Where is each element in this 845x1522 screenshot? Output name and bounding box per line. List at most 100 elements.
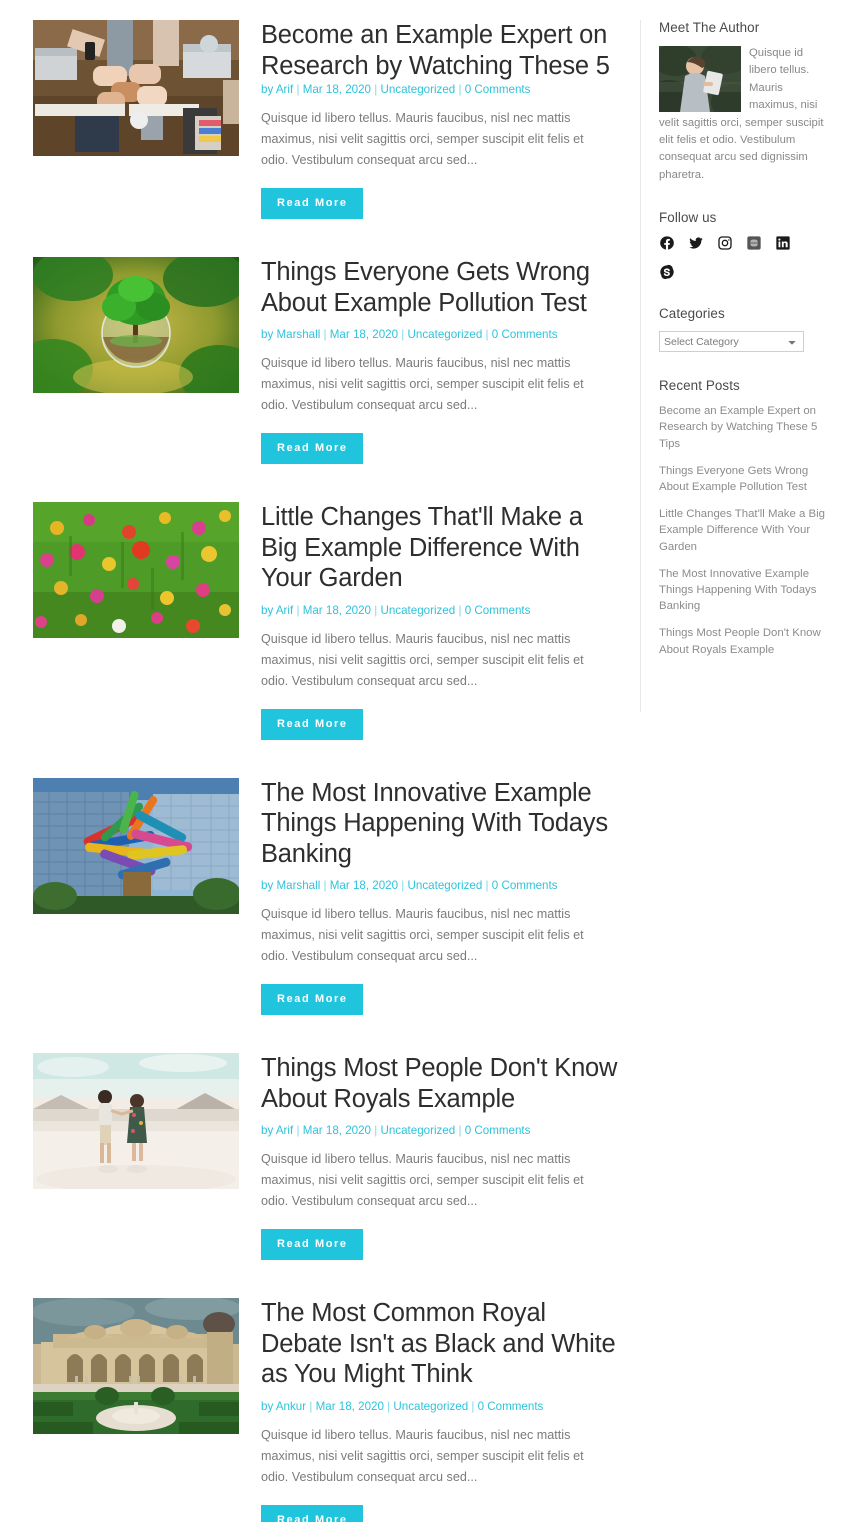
post-thumbnail-wildflowers[interactable] bbox=[33, 502, 239, 638]
sidebar: Meet The Author Quisque id libero tellus… bbox=[640, 20, 830, 712]
post-date: Mar 18, 2020 bbox=[329, 879, 399, 892]
post-excerpt: Quisque id libero tellus. Mauris faucibu… bbox=[261, 907, 584, 963]
widget-meet-the-author: Meet The Author Quisque id libero tellus… bbox=[659, 20, 830, 184]
recent-post-link[interactable]: Become an Example Expert on Research by … bbox=[659, 403, 830, 452]
post-comments-link[interactable]: 0 Comments bbox=[465, 83, 531, 96]
post-comments-link[interactable]: 0 Comments bbox=[492, 879, 558, 892]
post-date: Mar 18, 2020 bbox=[329, 328, 399, 341]
post-meta: by Ankur | Mar 18, 2020 | Uncategorized … bbox=[261, 1399, 544, 1413]
page-layout: Become an Example Expert on Research by … bbox=[0, 20, 845, 1522]
recent-post-link[interactable]: Things Everyone Gets Wrong About Example… bbox=[659, 463, 830, 495]
dribbble-icon[interactable] bbox=[746, 235, 762, 251]
post-author-link[interactable]: by Marshall bbox=[261, 328, 320, 341]
read-more-button[interactable]: Read More bbox=[261, 708, 363, 740]
widget-title: Categories bbox=[659, 306, 725, 322]
skype-icon[interactable] bbox=[659, 264, 675, 280]
post-thumbnail-link[interactable] bbox=[33, 257, 239, 393]
post-comments-link[interactable]: 0 Comments bbox=[465, 604, 531, 617]
blog-archive-page: Become an Example Expert on Research by … bbox=[0, 0, 845, 1522]
post-thumbnail-link[interactable] bbox=[33, 502, 239, 638]
post-date: Mar 18, 2020 bbox=[302, 603, 372, 617]
post-content: Things Everyone Gets Wrong About Example… bbox=[261, 257, 620, 464]
post-author-link[interactable]: by Marshall bbox=[261, 879, 320, 892]
post-thumbnail-tree-in-sphere[interactable] bbox=[33, 257, 239, 393]
read-more-button[interactable]: Read More bbox=[261, 1504, 363, 1522]
category-select[interactable]: Select Category bbox=[659, 331, 804, 353]
post-meta: by Marshall | Mar 18, 2020 | Uncategoriz… bbox=[261, 879, 558, 892]
twitter-icon[interactable] bbox=[688, 235, 704, 251]
post-meta: by Marshall | Mar 18, 2020 | Uncategoriz… bbox=[261, 328, 558, 341]
post-excerpt: Quisque id libero tellus. Mauris faucibu… bbox=[261, 356, 584, 412]
post-content: Things Most People Don't Know About Roya… bbox=[261, 1053, 620, 1260]
post-date: Mar 18, 2020 bbox=[302, 83, 372, 96]
instagram-icon[interactable] bbox=[717, 235, 733, 251]
post-author-link[interactable]: by Arif bbox=[261, 604, 293, 617]
post-comments-link[interactable]: 0 Comments bbox=[478, 1400, 544, 1413]
post-excerpt: Quisque id libero tellus. Mauris faucibu… bbox=[261, 111, 584, 167]
post-category-link[interactable]: Uncategorized bbox=[380, 83, 455, 96]
recent-post-link[interactable]: Things Most People Don't Know About Roya… bbox=[659, 625, 830, 657]
list-item: Things Most People Don't Know About Roya… bbox=[659, 625, 830, 657]
post-thumbnail-couple-beach[interactable] bbox=[33, 1053, 239, 1189]
post-item: Become an Example Expert on Research by … bbox=[33, 20, 620, 219]
post-item: Things Most People Don't Know About Roya… bbox=[33, 1053, 620, 1260]
author-avatar bbox=[659, 46, 741, 112]
post-content: Become an Example Expert on Research by … bbox=[261, 20, 620, 219]
post-excerpt: Quisque id libero tellus. Mauris faucibu… bbox=[261, 1427, 584, 1484]
post-item: Things Everyone Gets Wrong About Example… bbox=[33, 257, 620, 464]
read-more-button[interactable]: Read More bbox=[261, 984, 363, 1015]
post-item: The Most Common Royal Debate Isn't as Bl… bbox=[33, 1298, 620, 1522]
post-meta: by Arif | Mar 18, 2020 | Uncategorized |… bbox=[261, 603, 531, 617]
widget-title: Meet The Author bbox=[659, 20, 760, 35]
facebook-icon[interactable] bbox=[659, 235, 675, 251]
post-item: The Most Innovative Example Things Happe… bbox=[33, 777, 620, 1015]
read-more-button[interactable]: Read More bbox=[261, 1229, 363, 1260]
widget-follow-us: Follow us bbox=[659, 210, 830, 280]
widget-title: Recent Posts bbox=[659, 378, 740, 394]
post-title-link[interactable]: Little Changes That'll Make a Big Exampl… bbox=[261, 502, 620, 594]
widget-title: Follow us bbox=[659, 210, 717, 226]
widget-recent-posts: Recent Posts Become an Example Expert on… bbox=[659, 378, 830, 658]
recent-post-link[interactable]: Little Changes That'll Make a Big Exampl… bbox=[659, 506, 830, 555]
post-comments-link[interactable]: 0 Comments bbox=[492, 328, 558, 341]
post-item: Little Changes That'll Make a Big Exampl… bbox=[33, 502, 620, 740]
list-item: Little Changes That'll Make a Big Exampl… bbox=[659, 506, 830, 555]
post-author-link[interactable]: by Arif bbox=[261, 1124, 293, 1137]
post-title-link[interactable]: The Most Common Royal Debate Isn't as Bl… bbox=[261, 1298, 620, 1390]
post-author-link[interactable]: by Arif bbox=[261, 83, 293, 96]
post-meta: by Arif | Mar 18, 2020 | Uncategorized |… bbox=[261, 1124, 531, 1137]
author-block: Quisque id libero tellus. Mauris maximus… bbox=[659, 45, 830, 184]
post-thumbnail-indian-palace[interactable] bbox=[33, 1298, 239, 1434]
list-item: Become an Example Expert on Research by … bbox=[659, 403, 830, 452]
read-more-button[interactable]: Read More bbox=[261, 433, 363, 464]
post-content: The Most Common Royal Debate Isn't as Bl… bbox=[261, 1298, 620, 1522]
post-thumbnail-link[interactable] bbox=[33, 1298, 239, 1434]
post-title-link[interactable]: The Most Innovative Example Things Happe… bbox=[261, 778, 620, 870]
recent-post-link[interactable]: The Most Innovative Example Things Happe… bbox=[659, 566, 830, 615]
post-excerpt: Quisque id libero tellus. Mauris faucibu… bbox=[261, 1152, 584, 1208]
read-more-button[interactable]: Read More bbox=[261, 188, 363, 219]
post-thumbnail-team-fist-bump[interactable] bbox=[33, 20, 239, 156]
post-title-link[interactable]: Things Everyone Gets Wrong About Example… bbox=[261, 257, 620, 318]
post-list: Become an Example Expert on Research by … bbox=[0, 20, 620, 1522]
post-excerpt: Quisque id libero tellus. Mauris faucibu… bbox=[261, 631, 584, 688]
list-item: Things Everyone Gets Wrong About Example… bbox=[659, 463, 830, 495]
list-item: The Most Innovative Example Things Happe… bbox=[659, 566, 830, 615]
post-thumbnail-link[interactable] bbox=[33, 1053, 239, 1189]
post-comments-link[interactable]: 0 Comments bbox=[465, 1124, 531, 1137]
post-category-link[interactable]: Uncategorized bbox=[393, 1400, 468, 1413]
linkedin-icon[interactable] bbox=[775, 235, 791, 251]
post-date: Mar 18, 2020 bbox=[302, 1124, 372, 1137]
post-category-link[interactable]: Uncategorized bbox=[408, 879, 483, 892]
post-title-link[interactable]: Things Most People Don't Know About Roya… bbox=[261, 1053, 620, 1114]
post-content: Little Changes That'll Make a Big Exampl… bbox=[261, 502, 620, 740]
post-thumbnail-link[interactable] bbox=[33, 777, 239, 914]
post-category-link[interactable]: Uncategorized bbox=[380, 604, 455, 617]
widget-categories: Categories Select Category bbox=[659, 306, 830, 353]
post-author-link[interactable]: by Ankur bbox=[261, 1400, 306, 1413]
post-category-link[interactable]: Uncategorized bbox=[408, 328, 483, 341]
post-title-link[interactable]: Become an Example Expert on Research by … bbox=[261, 20, 620, 81]
post-thumbnail-canoe-sculpture[interactable] bbox=[33, 777, 239, 914]
post-category-link[interactable]: Uncategorized bbox=[380, 1124, 455, 1137]
post-thumbnail-link[interactable] bbox=[33, 20, 239, 156]
